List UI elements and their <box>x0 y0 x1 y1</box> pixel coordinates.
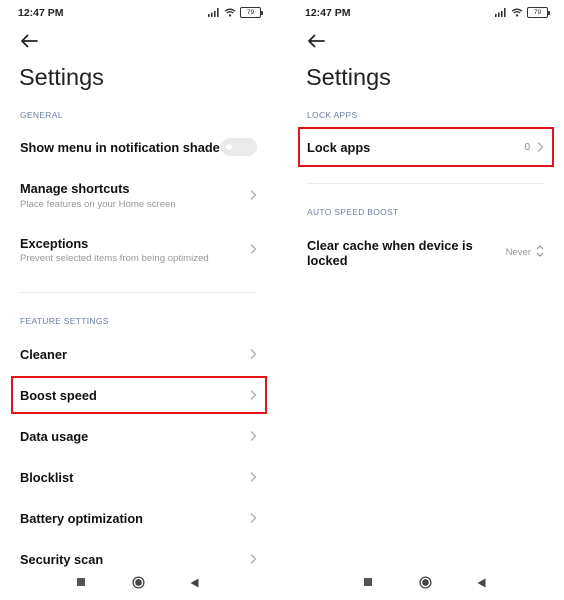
feature-item-label: Security scan <box>20 552 104 567</box>
back-arrow-icon[interactable] <box>305 30 327 52</box>
battery-icon: 79 <box>527 7 550 18</box>
exceptions-subtitle: Prevent selected items from being optimi… <box>20 253 209 264</box>
status-time: 12:47 PM <box>18 7 64 19</box>
nav-back-icon[interactable] <box>190 578 199 588</box>
feature-item-label: Battery optimization <box>20 511 144 526</box>
nav-bar <box>287 568 564 600</box>
clear-cache-value: Never <box>505 247 531 258</box>
chevron-right-icon <box>250 431 257 441</box>
right-screen: 12:47 PM 79 Settings LOCK APPS Lock apps… <box>287 0 564 600</box>
section-label-general: GENERAL <box>20 110 63 120</box>
chevron-right-icon <box>250 390 257 400</box>
section-label-auto-speed-boost: AUTO SPEED BOOST <box>307 207 399 217</box>
feature-item-label: Boost speed <box>20 388 97 403</box>
signal-icon <box>495 8 506 17</box>
signal-icon <box>208 8 219 17</box>
nav-home-icon[interactable] <box>419 576 432 589</box>
feature-item-label: Cleaner <box>20 347 67 362</box>
status-bar: 12:47 PM 79 <box>0 0 277 26</box>
lock-apps-row[interactable]: Lock apps 0 <box>287 130 564 164</box>
chevron-right-icon <box>250 513 257 523</box>
nav-bar <box>0 568 277 600</box>
feature-item-label: Blocklist <box>20 470 74 485</box>
wifi-icon <box>511 8 523 17</box>
lock-apps-count: 0 <box>524 142 530 153</box>
left-screen: 12:47 PM 79 Settings GENERAL Show menu i… <box>0 0 277 600</box>
wifi-icon <box>224 8 236 17</box>
screens-gap <box>277 0 287 600</box>
up-down-chevron-icon <box>536 245 544 257</box>
feature-item-boost-speed[interactable]: Boost speed <box>0 378 277 412</box>
show-menu-toggle[interactable] <box>221 138 257 156</box>
nav-recents-icon[interactable] <box>77 578 85 586</box>
page-title: Settings <box>19 64 104 90</box>
page-title: Settings <box>306 64 391 90</box>
clear-cache-row[interactable]: Clear cache when device is locked Never <box>287 230 564 272</box>
chevron-right-icon <box>250 190 257 200</box>
show-menu-label: Show menu in notification shade <box>20 140 220 155</box>
status-icons: 79 <box>208 7 263 18</box>
section-divider <box>307 183 544 184</box>
feature-item-cleaner[interactable]: Cleaner <box>0 337 277 371</box>
feature-item-battery-optimization[interactable]: Battery optimization <box>0 501 277 535</box>
status-icons: 79 <box>495 7 550 18</box>
clear-cache-label-line2: locked <box>307 253 348 268</box>
clear-cache-label-line1: Clear cache when device is <box>307 238 473 253</box>
chevron-right-icon <box>250 472 257 482</box>
section-label-lock-apps: LOCK APPS <box>307 110 358 120</box>
manage-shortcuts-row[interactable]: Manage shortcuts Place features on your … <box>0 174 277 218</box>
lock-apps-label: Lock apps <box>307 140 371 155</box>
feature-item-blocklist[interactable]: Blocklist <box>0 460 277 494</box>
nav-home-icon[interactable] <box>132 576 145 589</box>
nav-recents-icon[interactable] <box>364 578 372 586</box>
exceptions-label: Exceptions <box>20 236 89 251</box>
chevron-right-icon <box>537 142 544 152</box>
nav-back-icon[interactable] <box>477 578 486 588</box>
manage-shortcuts-label: Manage shortcuts <box>20 181 130 196</box>
feature-item-label: Data usage <box>20 429 89 444</box>
chevron-right-icon <box>250 349 257 359</box>
chevron-right-icon <box>250 554 257 564</box>
chevron-right-icon <box>250 244 257 254</box>
status-time: 12:47 PM <box>305 7 351 19</box>
exceptions-row[interactable]: Exceptions Prevent selected items from b… <box>0 228 277 272</box>
manage-shortcuts-subtitle: Place features on your Home screen <box>20 199 176 210</box>
status-bar: 12:47 PM 79 <box>287 0 564 26</box>
toggle-knob <box>226 144 232 150</box>
back-arrow-icon[interactable] <box>18 30 40 52</box>
section-divider <box>20 292 257 293</box>
section-label-feature-settings: FEATURE SETTINGS <box>20 316 109 326</box>
battery-icon: 79 <box>240 7 263 18</box>
feature-item-data-usage[interactable]: Data usage <box>0 419 277 453</box>
